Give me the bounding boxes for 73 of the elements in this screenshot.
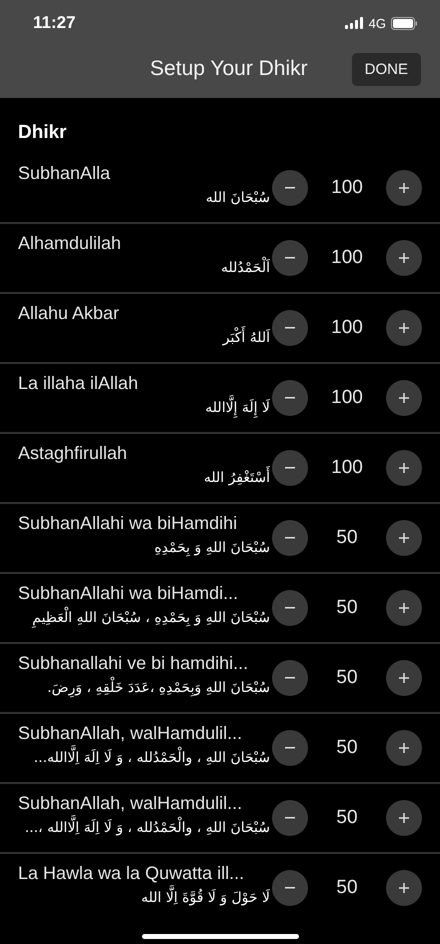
plus-icon [399,253,409,263]
plus-icon [399,183,409,193]
screen-title: Setup Your Dhikr [150,57,308,81]
plus-button[interactable] [386,240,422,276]
minus-icon [285,467,295,469]
plus-button[interactable] [386,310,422,346]
count-value: 50 [335,737,359,759]
plus-button[interactable] [386,590,422,626]
dhikr-name: Allahu Akbar [18,303,120,324]
network-label: 4G [368,16,386,30]
arabic-text: سُبْحَانَ اللهِ ، والْحَمْدُلله ، وَ لَا اِلَهَ اِلَّاالله ،... [22,814,272,840]
count-value: 50 [335,527,359,549]
count-value: 50 [335,807,359,829]
minus-icon [285,537,295,539]
plus-icon [399,673,409,683]
minus-icon [285,887,295,889]
arabic-text: اَلْحَمْدُلله [218,254,272,280]
dhikr-name: SubhanAllahi wa biHamdi... [18,583,240,604]
dhikr-name: La illaha ilAllah [18,373,140,394]
plus-icon [399,743,409,753]
count-value: 100 [330,387,364,409]
count-value: 50 [335,877,359,899]
plus-button[interactable] [386,870,422,906]
dhikr-name: SubhanAllahi wa biHamdihi [18,513,238,534]
arabic-text: سُبْحَانَ اللهِ وَ بِحَمْدِهِ [153,539,271,558]
minus-icon [285,327,295,329]
plus-icon [399,603,409,613]
signal-icon [344,17,364,29]
plus-button[interactable] [386,450,422,486]
dhikr-name: La Hawla wa la Quwatta ill... [18,863,246,884]
status-time: 11:27 [33,13,76,33]
plus-button[interactable] [386,660,422,696]
plus-button[interactable] [386,170,422,206]
minus-icon [285,677,295,679]
dhikr-name: Astaghfirullah [18,443,128,464]
battery-icon [391,16,418,30]
count-value: 100 [330,317,364,339]
dhikr-name: SubhanAlla [18,163,112,184]
count-value: 50 [335,667,359,689]
count-value: 100 [330,457,364,479]
plus-button[interactable] [386,520,422,556]
plus-icon [399,323,409,333]
minus-icon [285,187,295,189]
count-value: 100 [330,177,364,199]
dhikr-name: SubhanAllah, walHamdulil... [18,793,244,814]
plus-button[interactable] [386,380,422,416]
count-value: 50 [335,597,359,619]
plus-button[interactable] [386,730,422,766]
arabic-text: سُبْحَانَ الله [204,189,271,208]
dhikr-name: Subhanallahi ve bi hamdihi... [18,653,250,674]
count-value: 100 [330,247,364,269]
done-button[interactable]: DONE [352,52,421,86]
plus-icon [399,883,409,893]
plus-icon [399,463,409,473]
section-title: Dhikr [17,121,68,145]
arabic-text: سُبْحَانَ اللهِ وَ بِحَمْدِهِ ، سُبْحَانَ اللهِ الْعَظِيمِ [30,604,272,630]
arabic-text: اَللهُ أَكْبَر [220,324,272,350]
arabic-text: أَسْتَغْفِرُ الله [202,464,272,490]
dhikr-name: SubhanAllah, walHamdulil... [18,723,244,744]
minus-icon [285,817,295,819]
dhikr-name: Alhamdulilah [18,233,122,254]
plus-icon [399,533,409,543]
plus-icon [399,393,409,403]
arabic-text: لَا حَوْلَ وَ لَا قُوَّةَ اِلَّا الله [139,884,272,906]
arabic-text: سُبْحَانَ اللهِ ، والْحَمْدُلله ، وَ لَا اِلَهَ اِلَّاالله... [32,744,272,770]
arabic-text: سُبْحَانَ اللهِ وَبِحَمْدِهِ ،عَدَدَ خَلْقِهِ ، وَرِضَ. [45,674,272,700]
plus-icon [399,813,409,823]
minus-icon [285,607,295,609]
minus-icon [285,257,295,259]
minus-icon [285,747,295,749]
minus-icon [285,397,295,399]
plus-button[interactable] [386,800,422,836]
arabic-text: لَا إِلَهَ إِلَّاالله [203,394,272,420]
